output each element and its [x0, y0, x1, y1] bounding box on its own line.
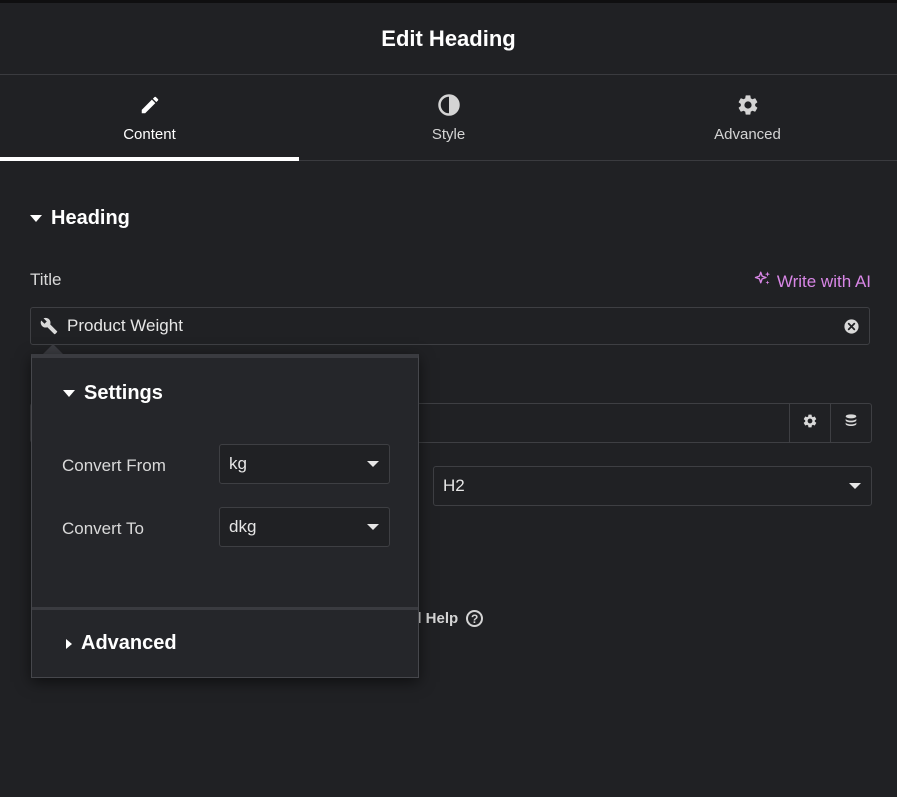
divider — [32, 607, 418, 610]
write-with-ai-button[interactable]: Write with AI — [754, 270, 871, 293]
chevron-down-icon — [367, 524, 379, 530]
clear-icon[interactable] — [833, 318, 869, 335]
section-heading-toggle[interactable]: Heading — [30, 207, 130, 230]
caret-down-icon — [63, 390, 75, 397]
section-title: Heading — [51, 207, 130, 229]
panel-header: Edit Heading — [0, 3, 897, 75]
sparkle-icon — [754, 270, 772, 293]
half-circle-icon — [437, 92, 461, 118]
gear-icon — [802, 413, 818, 434]
wrench-icon[interactable] — [31, 317, 67, 335]
tab-content[interactable]: Content — [0, 75, 299, 161]
chevron-down-icon — [367, 461, 379, 467]
tab-label: Content — [123, 126, 176, 143]
convert-from-select[interactable]: kg — [219, 444, 390, 484]
tab-label: Advanced — [714, 126, 781, 143]
tab-style[interactable]: Style — [299, 75, 598, 160]
title-input[interactable]: Product Weight — [30, 307, 870, 345]
convert-from-value: kg — [229, 454, 247, 473]
tab-advanced[interactable]: Advanced — [598, 75, 897, 160]
caret-down-icon — [30, 215, 42, 222]
dynamic-tag-settings-popover: Settings Convert From kg Convert To dkg … — [31, 354, 419, 678]
html-tag-value: H2 — [443, 476, 465, 495]
gear-icon — [736, 92, 760, 118]
tab-label: Style — [431, 126, 466, 143]
write-with-ai-label: Write with AI — [776, 271, 871, 291]
dynamic-tags-button[interactable] — [830, 404, 871, 442]
chevron-down-icon — [849, 483, 861, 489]
panel-title: Edit Heading — [381, 25, 516, 51]
convert-to-value: dkg — [229, 517, 257, 536]
database-icon — [843, 413, 859, 434]
advanced-title: Advanced — [81, 632, 177, 654]
settings-title: Settings — [84, 382, 163, 404]
advanced-section-toggle[interactable]: Advanced — [66, 632, 177, 655]
convert-to-label: Convert To — [62, 519, 144, 538]
pencil-icon — [139, 92, 161, 118]
link-settings-button[interactable] — [789, 404, 830, 442]
tab-bar: Content Style Advanced — [0, 75, 897, 161]
convert-to-select[interactable]: dkg — [219, 507, 390, 547]
convert-from-label: Convert From — [62, 456, 166, 475]
settings-section-toggle[interactable]: Settings — [63, 382, 163, 405]
caret-right-icon — [66, 638, 72, 649]
question-icon: ? — [466, 610, 484, 627]
title-value: Product Weight — [67, 316, 183, 335]
html-tag-select[interactable]: H2 — [433, 466, 872, 506]
title-label: Title — [30, 270, 62, 289]
